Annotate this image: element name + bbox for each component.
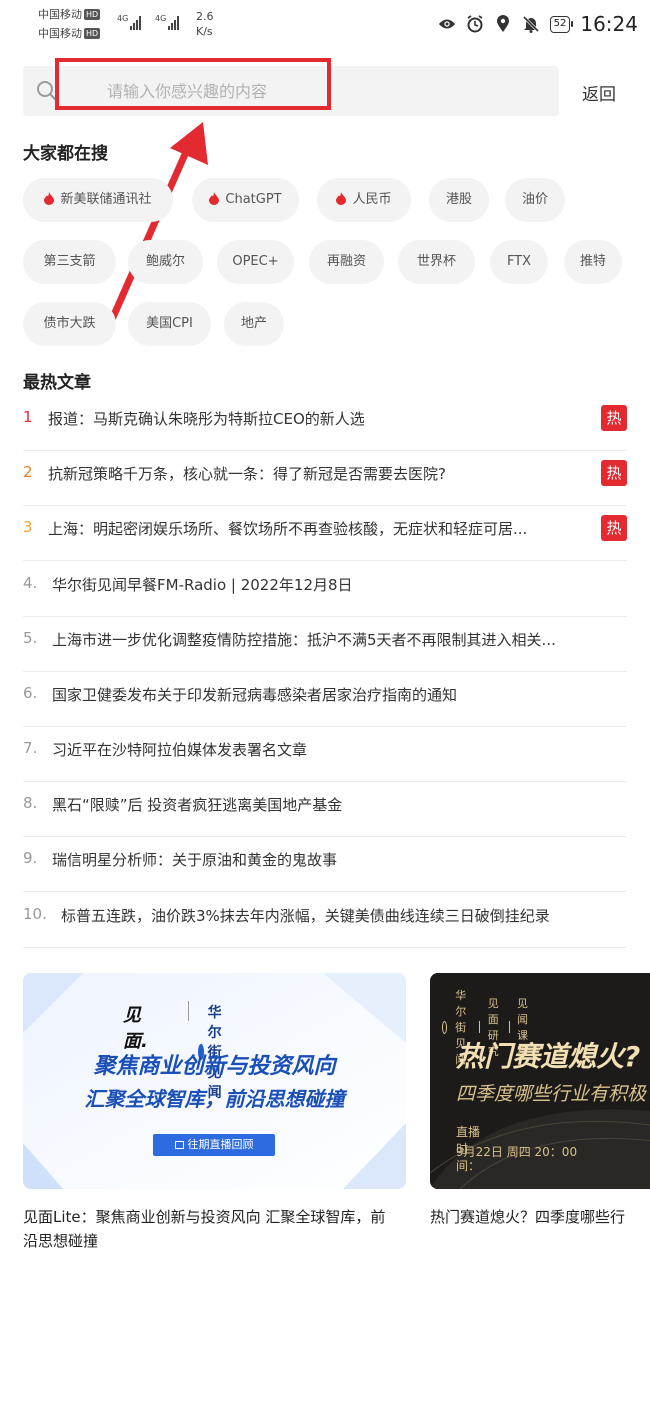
search-chip[interactable]: 第三支箭 — [23, 240, 116, 284]
article-row[interactable]: 8. 黑石“限赎”后 投资者疯狂逃离美国地产基金 — [23, 782, 627, 837]
article-rank: 6. — [23, 684, 38, 702]
article-row[interactable]: 5. 上海市进一步优化调整疫情防控措施：抵沪不满5天者不再限制其进入相关... — [23, 617, 627, 672]
search-chip[interactable]: 美国CPI — [128, 302, 211, 346]
search-chip-label: 世界杯 — [416, 254, 456, 269]
article-title: 报道：马斯克确认朱晓彤为特斯拉CEO的新人选 — [48, 410, 365, 428]
alarm-icon — [466, 15, 484, 33]
article-row[interactable]: 7. 习近平在沙特阿拉伯媒体发表署名文章 — [23, 727, 627, 782]
play-icon — [174, 1141, 184, 1149]
mute-icon — [522, 15, 540, 33]
article-title: 上海市进一步优化调整疫情防控措施：抵沪不满5天者不再限制其进入相关... — [52, 631, 556, 649]
article-rank: 9. — [23, 849, 38, 867]
battery-indicator: 52 — [549, 15, 574, 33]
search-chip-label: 人民币 — [352, 192, 392, 207]
logo-divider — [188, 1001, 189, 1021]
article-rank: 4. — [23, 574, 38, 592]
network-speed: 2.6 K/s — [196, 10, 214, 38]
article-row[interactable]: 10. 标普五连跌，油价跌3%抹去年内涨幅，关键美债曲线连续三日破倒挂纪录 — [23, 893, 627, 948]
brand-logo-icon — [442, 1020, 448, 1034]
article-title: 瑞信明星分析师：关于原油和黄金的鬼故事 — [52, 851, 338, 869]
search-chip[interactable]: 港股 — [429, 178, 489, 222]
carrier-label-2: 中国移动 HD — [38, 27, 101, 40]
article-row[interactable]: 6. 国家卫健委发布关于印发新冠病毒感染者居家治疗指南的通知 — [23, 672, 627, 727]
fire-icon — [336, 180, 347, 205]
article-rank: 8. — [23, 794, 38, 812]
promo-headline-1: 聚焦商业创新与投资风向 — [93, 1054, 336, 1079]
search-chip[interactable]: OPEC+ — [217, 240, 294, 284]
search-chip-label: 第三支箭 — [43, 254, 96, 269]
article-row[interactable]: 1 报道：马斯克确认朱晓彤为特斯拉CEO的新人选 热 — [23, 396, 627, 451]
article-title: 黑石“限赎”后 投资者疯狂逃离美国地产基金 — [52, 796, 343, 814]
trending-title: 大家都在搜 — [23, 144, 108, 164]
search-chip[interactable]: 油价 — [505, 178, 565, 222]
search-chip[interactable]: ChatGPT — [192, 178, 299, 222]
card2-subtitle: 四季度哪些行业有积极 — [456, 1083, 647, 1105]
search-chip[interactable]: 地产 — [224, 302, 284, 346]
article-rank: 3 — [23, 518, 33, 536]
article-title: 习近平在沙特阿拉伯媒体发表署名文章 — [52, 741, 308, 759]
search-chip-label: OPEC+ — [232, 254, 279, 269]
article-row[interactable]: 2 抗新冠策略千万条，核心就一条：得了新冠是否需要去医院? 热 — [23, 451, 627, 506]
search-chip-label: 新美联储通讯社 — [60, 192, 152, 207]
promo-headline-2: 汇聚全球智库，前沿思想碰撞 — [84, 1087, 345, 1111]
article-title: 国家卫健委发布关于印发新冠病毒感染者居家治疗指南的通知 — [52, 686, 458, 704]
article-rank: 10. — [23, 905, 47, 923]
back-button[interactable]: 返回 — [582, 80, 616, 105]
search-chip-label: 美国CPI — [146, 316, 193, 331]
fire-icon — [209, 180, 220, 205]
search-chip-label: 再融资 — [326, 254, 366, 269]
search-chip[interactable]: 推特 — [564, 240, 622, 284]
annotation-highlight-box — [55, 58, 331, 110]
hot-badge: 热 — [601, 460, 627, 486]
search-chip[interactable]: FTX — [490, 240, 548, 284]
search-chip[interactable]: 鲍威尔 — [128, 240, 203, 284]
promo-card-2-caption[interactable]: 热门赛道熄火？四季度哪些行 — [430, 1205, 650, 1229]
search-chip-label: 鲍威尔 — [145, 254, 185, 269]
article-rank: 1 — [23, 408, 33, 426]
search-chip-label: 油价 — [521, 192, 548, 207]
search-chip-label: 债市大跌 — [43, 316, 96, 331]
search-chip[interactable]: 新美联储通讯社 — [23, 178, 173, 222]
article-rank: 2 — [23, 463, 33, 481]
article-row[interactable]: 3 上海：明起密闭娱乐场所、餐饮场所不再查验核酸，无症状和轻症可居... 热 — [23, 506, 627, 561]
eye-icon — [438, 15, 456, 33]
fire-icon — [44, 180, 55, 205]
status-bar: 中国移动 HD 中国移动 HD 4G 4G 2.6 K/s 52 16:24 — [0, 0, 650, 50]
hot-badge: 热 — [601, 405, 627, 431]
search-chip[interactable]: 债市大跌 — [23, 302, 116, 346]
search-chip-label: ChatGPT — [225, 192, 282, 207]
signal-icon: 4G — [155, 14, 180, 30]
jianmian-logo: 见面. — [123, 1005, 148, 1052]
article-rank: 7. — [23, 739, 38, 757]
hot-badge: 热 — [601, 515, 627, 541]
location-icon — [494, 15, 512, 33]
card2-live-time: 9月22日 周四 20：00 — [456, 1145, 578, 1159]
article-title: 抗新冠策略千万条，核心就一条：得了新冠是否需要去医院? — [48, 465, 446, 483]
search-chip[interactable]: 再融资 — [309, 240, 384, 284]
article-row[interactable]: 9. 瑞信明星分析师：关于原油和黄金的鬼故事 — [23, 837, 627, 892]
search-chip-label: 推特 — [579, 254, 606, 269]
search-chip-label: 地产 — [240, 316, 267, 331]
clock: 16:24 — [580, 12, 638, 36]
signal-icon: 4G — [117, 14, 142, 30]
hot-articles-title: 最热文章 — [23, 373, 91, 393]
search-chip-label: 港股 — [445, 192, 472, 207]
carrier-label-1: 中国移动 HD — [38, 8, 101, 21]
search-chip[interactable]: 人民币 — [317, 178, 411, 222]
article-row[interactable]: 4. 华尔街见闻早餐FM-Radio | 2022年12月8日 — [23, 562, 627, 617]
article-title: 标普五连跌，油价跌3%抹去年内涨幅，关键美债曲线连续三日破倒挂纪录 — [61, 907, 550, 925]
article-title: 上海：明起密闭娱乐场所、餐饮场所不再查验核酸，无症状和轻症可居... — [48, 520, 528, 538]
article-title: 华尔街见闻早餐FM-Radio | 2022年12月8日 — [52, 576, 353, 594]
card2-headline: 热门赛道熄火? — [456, 1040, 641, 1073]
article-rank: 5. — [23, 629, 38, 647]
search-chip[interactable]: 世界杯 — [398, 240, 475, 284]
replay-button[interactable]: 往期直播回顾 — [153, 1134, 275, 1156]
search-chip-label: FTX — [506, 254, 532, 269]
promo-card-1-caption[interactable]: 见面Lite：聚焦商业创新与投资风向 汇聚全球智库，前沿思想碰撞 — [23, 1205, 393, 1253]
